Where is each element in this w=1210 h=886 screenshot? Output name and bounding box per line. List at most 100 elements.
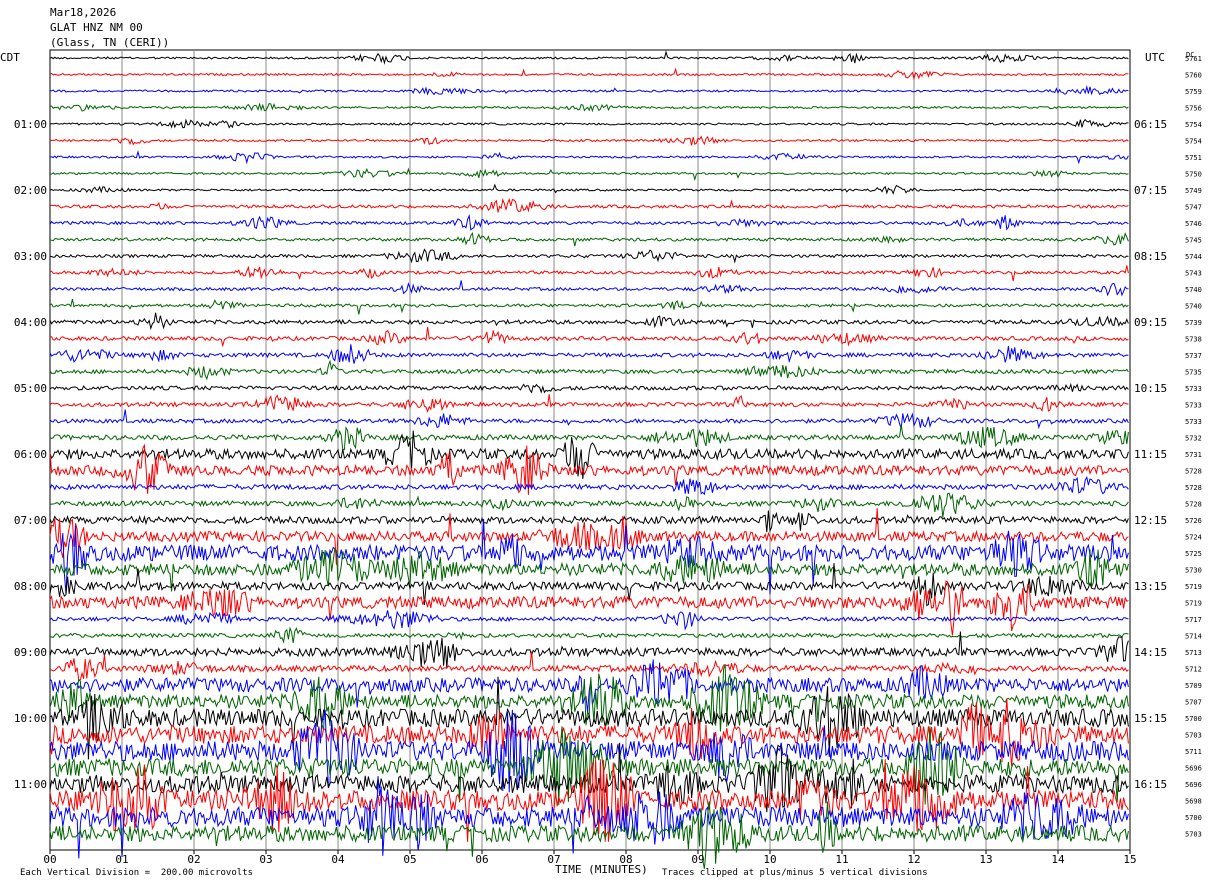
cdt-hour-label: 05:00 bbox=[14, 382, 47, 395]
seismic-trace bbox=[49, 651, 1129, 682]
x-tick-label: 11 bbox=[835, 853, 848, 866]
seismic-trace bbox=[49, 248, 1129, 264]
seismic-trace bbox=[49, 197, 1129, 213]
seismic-trace bbox=[49, 626, 1129, 644]
dc-offset-label: 5735 bbox=[1185, 369, 1202, 377]
seismic-trace bbox=[49, 231, 1129, 247]
seismic-trace bbox=[49, 394, 1129, 414]
dc-offset-label: 5747 bbox=[1185, 204, 1202, 212]
x-tick-label: 15 bbox=[1123, 853, 1136, 866]
seismic-trace bbox=[49, 726, 1129, 806]
dc-offset-label: 5696 bbox=[1185, 765, 1202, 773]
dc-offset-label: 5711 bbox=[1185, 748, 1202, 756]
x-tick-label: 12 bbox=[907, 853, 920, 866]
dc-offset-label: 5739 bbox=[1185, 319, 1202, 327]
dc-offset-label: 5730 bbox=[1185, 567, 1202, 575]
x-tick-label: 01 bbox=[115, 853, 128, 866]
cdt-axis-label: CDT bbox=[0, 51, 20, 64]
dc-offset-label: 5746 bbox=[1185, 220, 1202, 228]
x-tick-label: 06 bbox=[475, 853, 488, 866]
seismic-trace bbox=[49, 167, 1129, 182]
utc-hour-label: 14:15 bbox=[1134, 646, 1167, 659]
cdt-hour-label: 09:00 bbox=[14, 646, 47, 659]
dc-offset-label: 5726 bbox=[1185, 517, 1202, 525]
cdt-hour-label: 10:00 bbox=[14, 712, 47, 725]
dc-offset-label: 5732 bbox=[1185, 435, 1202, 443]
dc-offset-label: 5738 bbox=[1185, 336, 1202, 344]
dc-offset-label: 5751 bbox=[1185, 154, 1202, 162]
utc-hour-label: 07:15 bbox=[1134, 184, 1167, 197]
dc-offset-label: 5744 bbox=[1185, 253, 1202, 261]
dc-offset-label: 5759 bbox=[1185, 88, 1202, 96]
helicorder-chart: 5761576057595756575457545751575057495747… bbox=[0, 49, 1202, 869]
utc-hour-label: 11:15 bbox=[1134, 448, 1167, 461]
x-tick-label: 04 bbox=[331, 853, 345, 866]
seismic-trace bbox=[49, 102, 1129, 113]
footnote-scale: Each Vertical Division = 200.00 microvol… bbox=[20, 868, 253, 878]
cdt-hour-label: 04:00 bbox=[14, 316, 47, 329]
dc-offset-label: 5714 bbox=[1185, 633, 1202, 641]
dc-offset-label: 5725 bbox=[1185, 550, 1202, 558]
dc-offset-label: 5754 bbox=[1185, 121, 1202, 129]
dc-offset-label: 5750 bbox=[1185, 171, 1202, 179]
dc-offset-label: 5737 bbox=[1185, 352, 1202, 360]
x-tick-label: 03 bbox=[259, 853, 272, 866]
seismic-trace bbox=[49, 280, 1129, 297]
seismic-trace bbox=[49, 492, 1129, 518]
cdt-hour-label: 01:00 bbox=[14, 118, 47, 131]
seismic-trace bbox=[49, 183, 1129, 195]
seismic-trace bbox=[49, 50, 1129, 65]
dc-offset-label: 5707 bbox=[1185, 699, 1202, 707]
x-tick-label: 13 bbox=[979, 853, 992, 866]
seismic-trace bbox=[49, 664, 1129, 732]
seismic-trace bbox=[49, 510, 1129, 533]
utc-hour-label: 09:15 bbox=[1134, 316, 1167, 329]
dc-offset-label: 5700 bbox=[1185, 814, 1202, 822]
dc-offset-label: 5700 bbox=[1185, 715, 1202, 723]
dc-offset-label: 5696 bbox=[1185, 781, 1202, 789]
dc-offset-label: 5709 bbox=[1185, 682, 1202, 690]
seismic-trace bbox=[49, 409, 1129, 430]
dc-offset-label: 5728 bbox=[1185, 484, 1202, 492]
dc-header-label: DC bbox=[1186, 51, 1194, 59]
utc-hour-label: 10:15 bbox=[1134, 382, 1167, 395]
dc-offset-label: 5728 bbox=[1185, 501, 1202, 509]
dc-offset-label: 5733 bbox=[1185, 402, 1202, 410]
seismic-trace bbox=[49, 359, 1129, 381]
seismic-trace bbox=[49, 518, 1129, 595]
seismic-trace bbox=[49, 326, 1129, 348]
dc-offset-label: 5712 bbox=[1185, 666, 1202, 674]
dc-offset-label: 5719 bbox=[1185, 600, 1202, 608]
dc-offset-label: 5745 bbox=[1185, 237, 1202, 245]
seismic-trace bbox=[49, 135, 1129, 146]
dc-offset-label: 5743 bbox=[1185, 270, 1202, 278]
utc-hour-label: 13:15 bbox=[1134, 580, 1167, 593]
seismic-trace bbox=[49, 382, 1129, 394]
seismic-trace bbox=[49, 118, 1129, 129]
cdt-hour-label: 03:00 bbox=[14, 250, 47, 263]
dc-offset-label: 5740 bbox=[1185, 303, 1202, 311]
dc-offset-label: 5719 bbox=[1185, 583, 1202, 591]
dc-offset-label: 5731 bbox=[1185, 451, 1202, 459]
cdt-hour-label: 06:00 bbox=[14, 448, 47, 461]
seismic-trace bbox=[49, 424, 1129, 451]
utc-hour-label: 06:15 bbox=[1134, 118, 1167, 131]
cdt-hour-label: 08:00 bbox=[14, 580, 47, 593]
dc-offset-label: 5698 bbox=[1185, 798, 1202, 806]
seismic-trace bbox=[49, 610, 1129, 631]
dc-offset-label: 5717 bbox=[1185, 616, 1202, 624]
utc-hour-label: 12:15 bbox=[1134, 514, 1167, 527]
dc-offset-label: 5713 bbox=[1185, 649, 1202, 657]
dc-offset-label: 5703 bbox=[1185, 732, 1202, 740]
seismic-trace bbox=[49, 149, 1129, 165]
dc-offset-label: 5760 bbox=[1185, 72, 1202, 80]
dc-offset-label: 5703 bbox=[1185, 831, 1202, 839]
seismic-trace bbox=[49, 344, 1129, 364]
dc-offset-label: 5740 bbox=[1185, 286, 1202, 294]
cdt-hour-label: 07:00 bbox=[14, 514, 47, 527]
seismic-trace bbox=[49, 265, 1129, 282]
seismic-trace bbox=[49, 475, 1129, 496]
cdt-hour-label: 02:00 bbox=[14, 184, 47, 197]
x-tick-label: 02 bbox=[187, 853, 200, 866]
seismic-trace bbox=[49, 312, 1129, 331]
